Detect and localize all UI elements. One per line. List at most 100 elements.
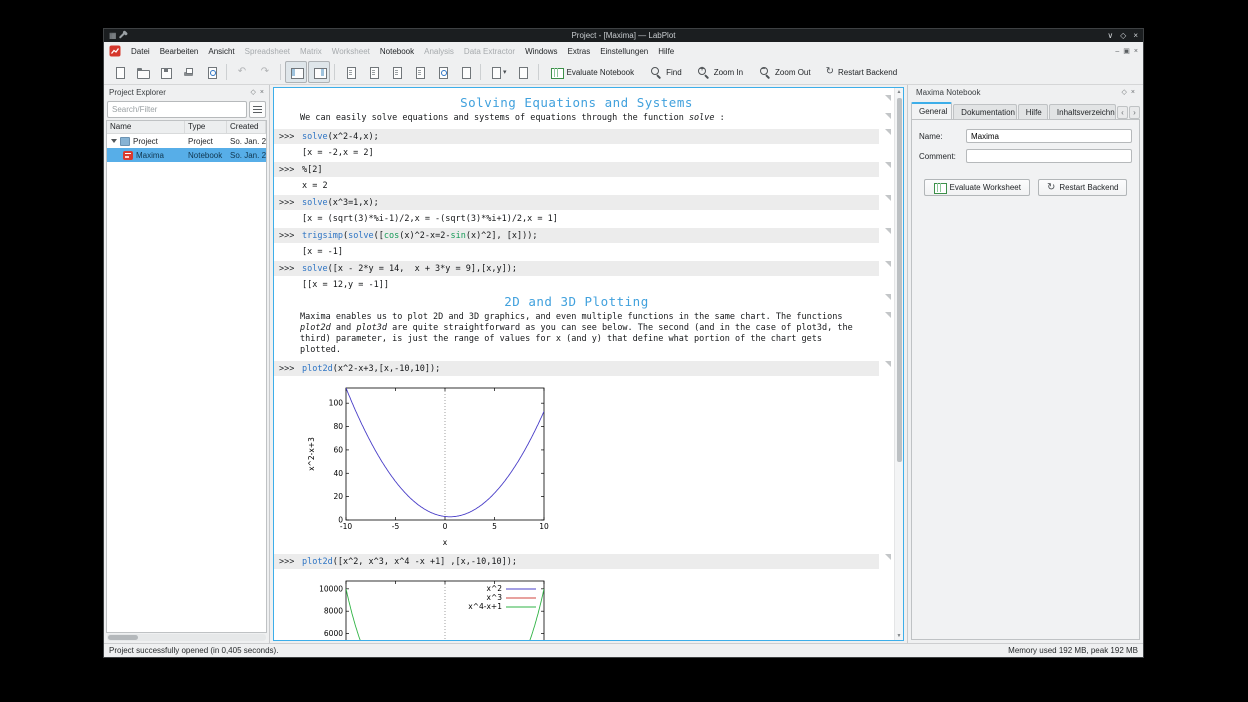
toggle-properties-button[interactable] (308, 61, 330, 83)
cell-fold-marker[interactable] (885, 95, 891, 101)
float-panel-icon[interactable]: ◇ (1122, 89, 1127, 96)
horizontal-scrollbar[interactable] (107, 634, 266, 641)
tree-row-project[interactable]: Project Project So. Jan. 2 18: (107, 134, 266, 148)
cell-command[interactable]: plot2d(x^2-x+3,[x,-10,10]); (302, 364, 440, 374)
notebook-command-cell[interactable]: >>> trigsimp(solve([cos(x)^2-x=2-sin(x)^2… (274, 228, 879, 243)
menu-ansicht[interactable]: Ansicht (203, 45, 239, 58)
open-project-button[interactable] (131, 61, 153, 83)
maximize-button[interactable]: ◇ (1120, 31, 1126, 40)
restart-backend-button[interactable]: ↻ Restart Backend (819, 61, 905, 83)
scrollbar-thumb[interactable] (897, 98, 902, 463)
search-input[interactable] (107, 101, 247, 118)
tab-inhaltsverzeichn[interactable]: Inhaltsverzeichn (1048, 104, 1116, 119)
name-field[interactable] (966, 129, 1132, 143)
menu-hilfe[interactable]: Hilfe (653, 45, 679, 58)
insert-latex-entry-button[interactable] (408, 61, 430, 83)
scroll-up-icon[interactable]: ▲ (897, 89, 902, 95)
new-entry-dropdown[interactable]: ▾ (485, 61, 511, 83)
notebook-command-cell[interactable]: >>> solve([x - 2*y = 14, x + 3*y = 9],[x,… (274, 261, 879, 276)
cell-fold-marker[interactable] (885, 294, 891, 300)
find-button[interactable]: Find (642, 61, 689, 83)
menu-einstellungen[interactable]: Einstellungen (595, 45, 653, 58)
column-header-created[interactable]: Created (227, 121, 266, 133)
project-explorer-panel: Project Explorer ◇ × NameTypeCreated Pro… (104, 85, 270, 643)
project-explorer-header[interactable]: Project Explorer ◇ × (104, 85, 269, 100)
float-panel-icon[interactable]: ◇ (251, 89, 256, 96)
cell-command[interactable]: solve([x - 2*y = 14, x + 3*y = 9],[x,y])… (302, 264, 517, 274)
evaluate-notebook-button[interactable]: Evaluate Notebook (543, 61, 642, 83)
comment-label: Comment: (919, 151, 956, 161)
mdi-minimize-icon[interactable]: – (1115, 48, 1119, 55)
remove-entry-button[interactable] (512, 61, 534, 83)
titlebar[interactable]: ▦ Project - [Maxima] — LabPlot ∨ ◇ × (104, 29, 1143, 42)
menu-windows[interactable]: Windows (520, 45, 562, 58)
column-header-type[interactable]: Type (185, 121, 227, 133)
insert-markdown-entry-button[interactable] (385, 61, 407, 83)
cell-fold-marker[interactable] (885, 554, 891, 560)
vertical-scrollbar[interactable]: ▲ ▼ (894, 88, 903, 640)
menu-notebook[interactable]: Notebook (375, 45, 419, 58)
scroll-down-icon[interactable]: ▼ (897, 633, 902, 639)
notebook-command-cell[interactable]: >>> solve(x^2-4,x); (274, 129, 879, 144)
comment-field[interactable] (966, 149, 1132, 163)
mdi-close-icon[interactable]: × (1134, 48, 1138, 55)
expander-icon[interactable] (111, 139, 117, 143)
notebook-command-cell[interactable]: >>> %[2] (274, 162, 879, 177)
insert-pagebreak-button[interactable] (454, 61, 476, 83)
toggle-project-explorer-button[interactable] (285, 61, 307, 83)
mdi-restore-icon[interactable]: ▣ (1123, 47, 1130, 55)
menu-extras[interactable]: Extras (563, 45, 596, 58)
notebook-text: We can easily solve equations and system… (300, 113, 853, 124)
cell-command[interactable]: solve(x^2-4,x); (302, 132, 379, 142)
project-tree: Name Type Created Project Project So. Jan. 2… (106, 120, 267, 633)
print-preview-button[interactable] (200, 61, 222, 83)
tab-dokumentation[interactable]: Dokumentation (953, 104, 1017, 119)
zoom-out-button[interactable]: − Zoom Out (751, 61, 818, 83)
shade-button[interactable]: ∨ (1107, 31, 1113, 40)
notebook-worksheet[interactable]: Solving Equations and Systems We can easi… (273, 87, 904, 641)
token-fn: solve (302, 197, 328, 208)
cell-command[interactable]: plot2d([x^2, x^3, x^4 -x +1] ,[x,-10,10]… (302, 557, 517, 567)
menu-datei[interactable]: Datei (126, 45, 155, 58)
cell-command[interactable]: %[2] (302, 165, 322, 175)
evaluate-worksheet-button[interactable]: Evaluate Worksheet (923, 179, 1030, 196)
filter-options-button[interactable] (249, 101, 266, 118)
cell-fold-marker[interactable] (885, 312, 891, 318)
tab-scroll-left-button[interactable]: ‹ (1117, 106, 1128, 119)
notebook-plot-output[interactable]: -10 -5 0 5 10 0 20 40 60 80 100 x^2-x+3 x (304, 380, 879, 550)
insert-image-entry-button[interactable] (431, 61, 453, 83)
close-panel-icon[interactable]: × (260, 89, 264, 96)
close-button[interactable]: × (1133, 31, 1138, 40)
close-panel-icon[interactable]: × (1131, 89, 1135, 96)
insert-command-entry-button[interactable] (339, 61, 361, 83)
column-header-name[interactable]: Name (107, 121, 185, 133)
new-project-button[interactable] (108, 61, 130, 83)
cell-fold-marker[interactable] (885, 162, 891, 168)
restart-backend-button-panel[interactable]: ↻ Restart Backend (1037, 179, 1128, 196)
insert-text-entry-button[interactable] (362, 61, 384, 83)
notebook-command-cell[interactable]: >>> solve(x^3=1,x); (274, 195, 879, 210)
cell-fold-marker[interactable] (885, 129, 891, 135)
menu-bearbeiten[interactable]: Bearbeiten (155, 45, 204, 58)
notebook-command-cell[interactable]: >>> plot2d([x^2, x^3, x^4 -x +1] ,[x,-10,… (274, 554, 879, 569)
cell-fold-marker[interactable] (885, 195, 891, 201)
notebook-plot-output[interactable]: -10-505100200040006000800010000xx^2x^3x^… (304, 573, 879, 640)
cell-prompt: >>> (279, 164, 295, 175)
zoom-in-button[interactable]: + Zoom In (690, 61, 750, 83)
notebook-command-cell[interactable]: >>> plot2d(x^2-x+3,[x,-10,10]); (274, 361, 879, 376)
pin-icon[interactable] (118, 32, 125, 39)
print-button[interactable] (177, 61, 199, 83)
save-project-button[interactable] (154, 61, 176, 83)
tab-scroll-right-button[interactable]: › (1129, 106, 1140, 119)
cell-command[interactable]: solve(x^3=1,x); (302, 198, 379, 208)
tab-general[interactable]: General (911, 102, 953, 119)
cell-command[interactable]: trigsimp(solve([cos(x)^2-x=2-sin(x)^2], … (302, 231, 537, 241)
cell-fold-marker[interactable] (885, 361, 891, 367)
tree-row-maxima[interactable]: Maxima Notebook So. Jan. 2 18: (107, 148, 266, 162)
tab-hilfe[interactable]: Hilfe (1017, 104, 1048, 119)
cell-fold-marker[interactable] (885, 261, 891, 267)
scrollbar-thumb[interactable] (108, 635, 138, 640)
properties-header[interactable]: Maxima Notebook ◇ × (911, 85, 1140, 100)
cell-fold-marker[interactable] (885, 113, 891, 119)
cell-fold-marker[interactable] (885, 228, 891, 234)
